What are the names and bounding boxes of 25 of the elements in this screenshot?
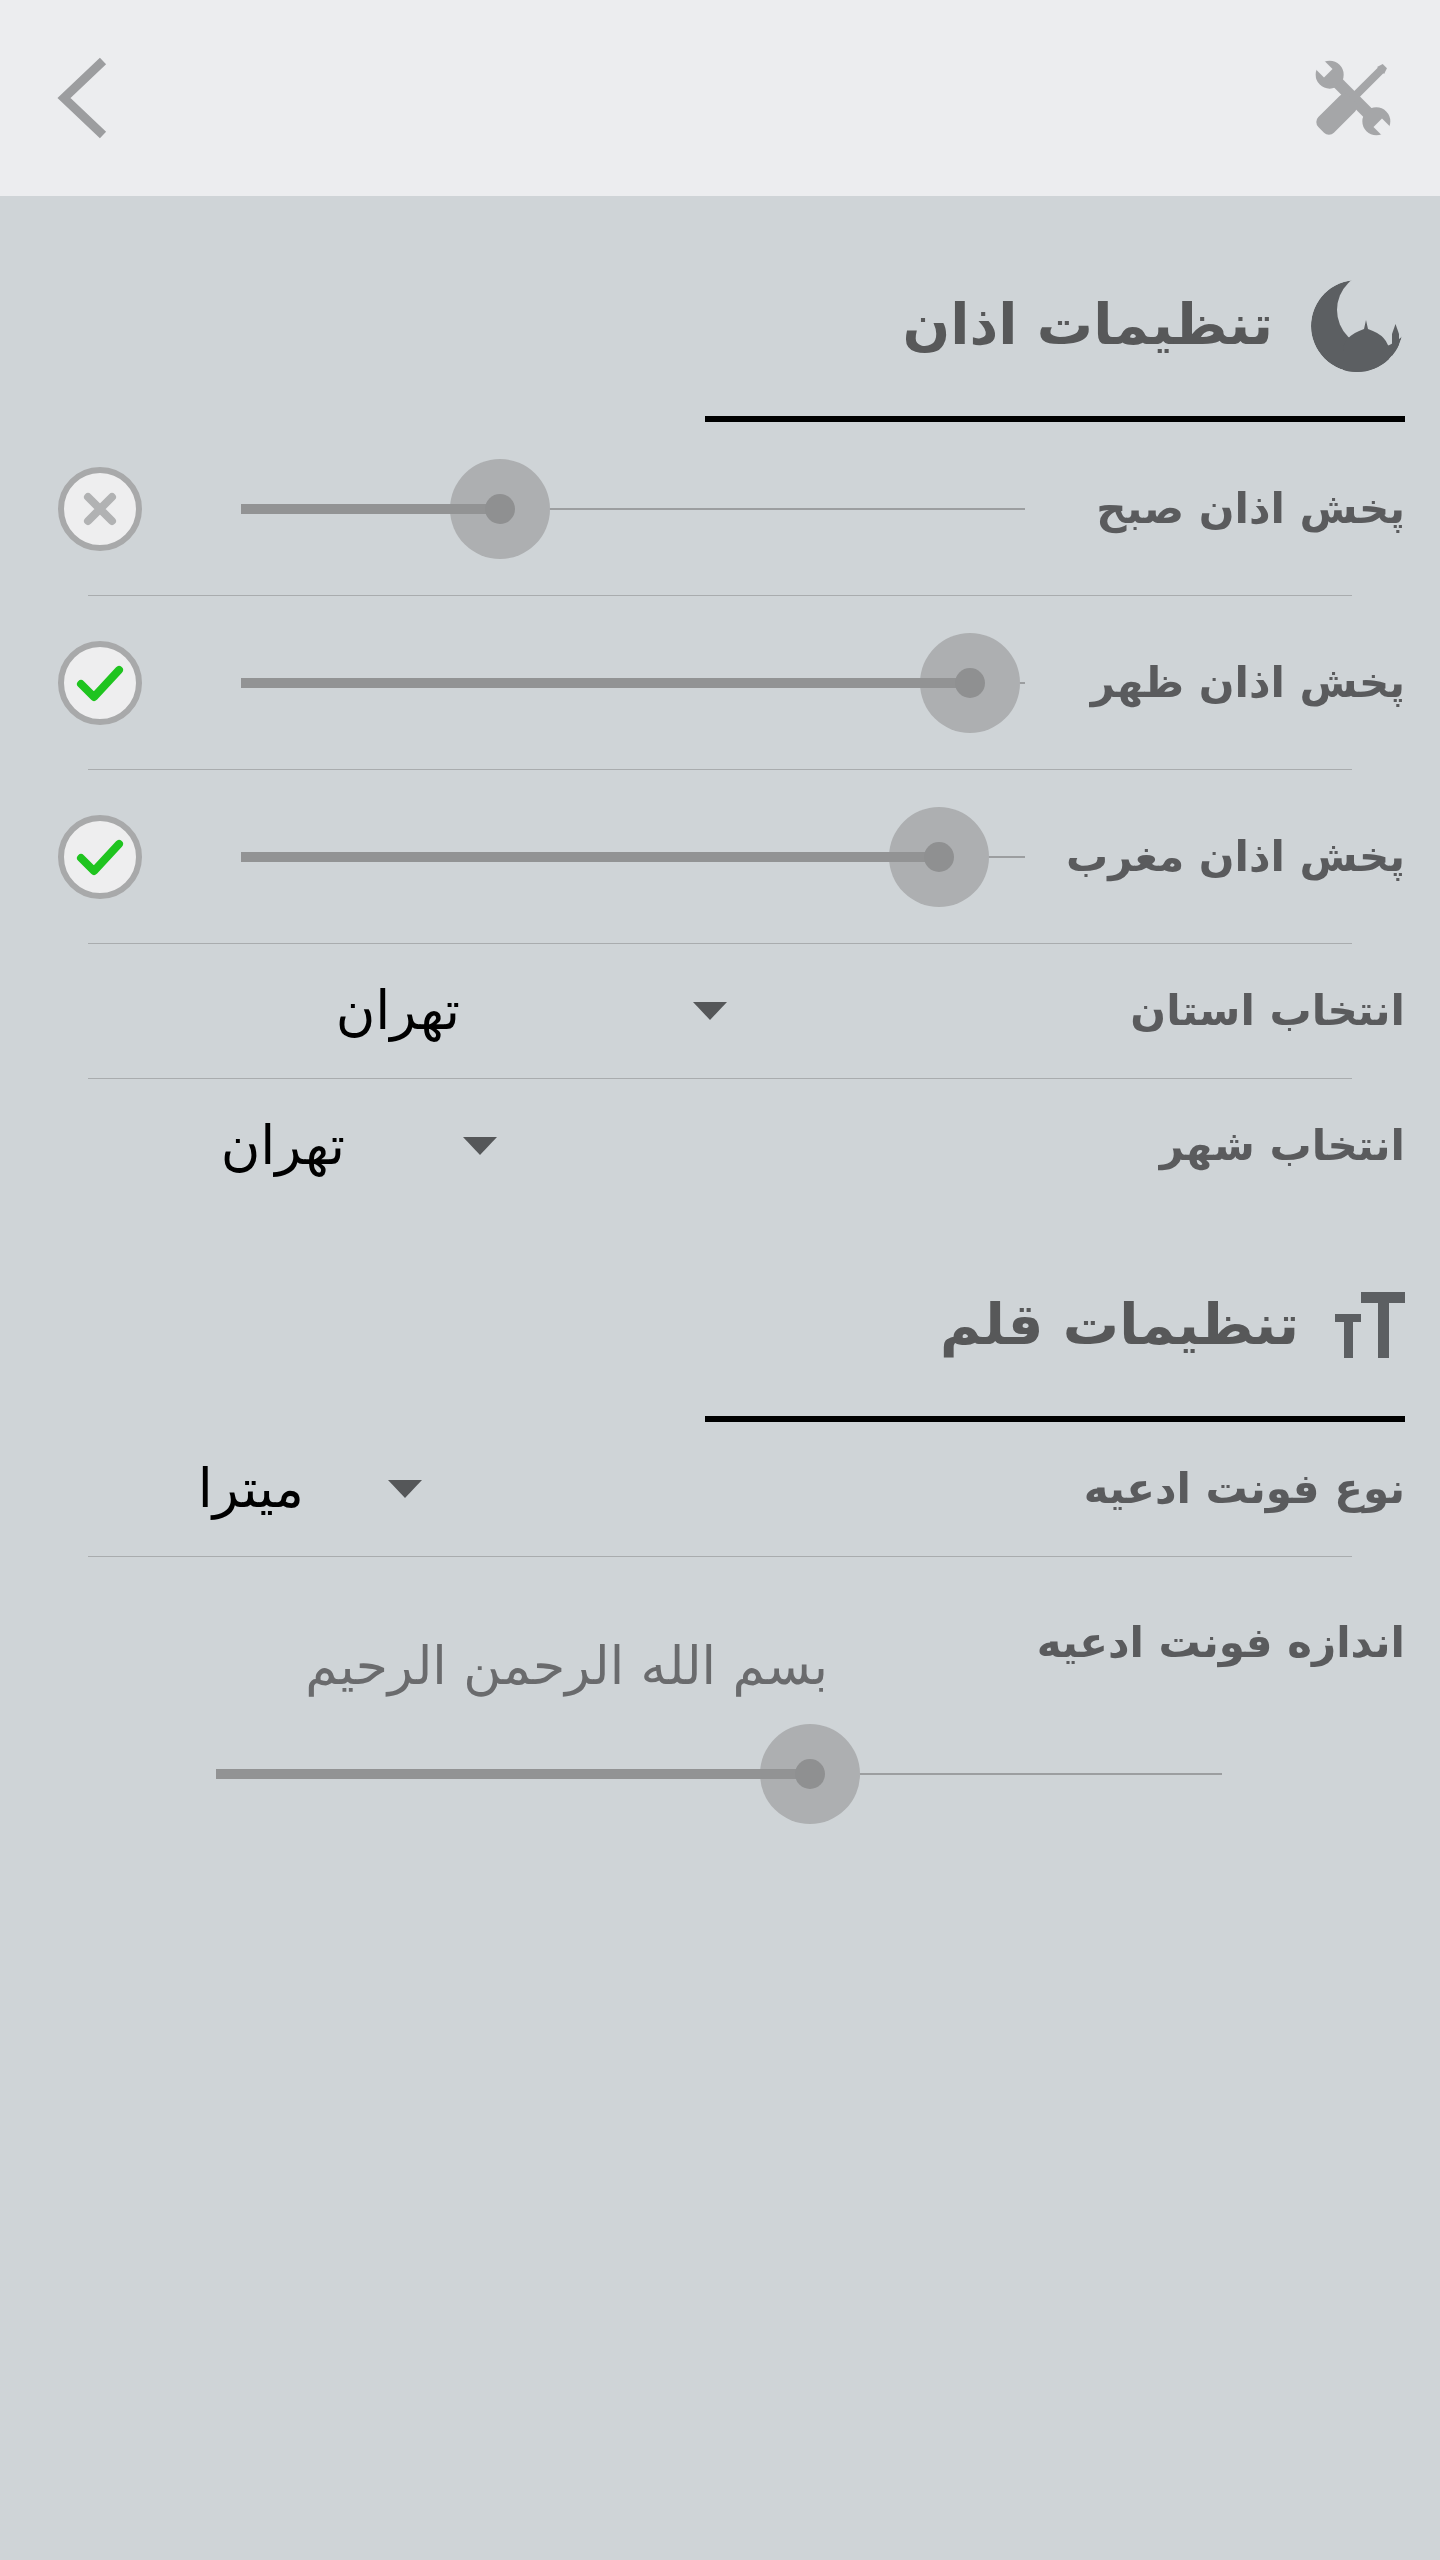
- slider-track[interactable]: [241, 632, 1025, 733]
- font-preview-text: بسم الله الرحمن الرحيم: [305, 1635, 828, 1699]
- back-icon[interactable]: [55, 57, 109, 139]
- slider-track[interactable]: [216, 1724, 1222, 1824]
- checkbox[interactable]: [57, 813, 143, 900]
- text-size-icon: [1335, 1291, 1405, 1358]
- checkbox[interactable]: [57, 465, 143, 552]
- slider-track[interactable]: [241, 458, 1025, 559]
- section-title: تنظیمات قلم: [939, 1290, 1299, 1360]
- setting-label: پخش اذان صبح: [1096, 482, 1405, 535]
- caret-icon: [463, 1137, 497, 1155]
- dropdown[interactable]: تهران: [335, 976, 727, 1046]
- setting-label: انتخاب شهر: [1159, 1120, 1405, 1172]
- setting-label: انتخاب استان: [1130, 985, 1405, 1037]
- setting-label: پخش اذان مغرب: [1066, 830, 1405, 883]
- setting-label: پخش اذان ظهر: [1090, 656, 1405, 709]
- setting-label: اندازه فونت ادعیه: [1036, 1617, 1405, 1669]
- caret-icon: [693, 1002, 727, 1020]
- checkbox[interactable]: [57, 639, 143, 726]
- slider-track[interactable]: [241, 806, 1025, 907]
- section-title: تنظیمات اذان: [902, 290, 1273, 359]
- caret-icon: [388, 1480, 422, 1498]
- dropdown[interactable]: تهران: [220, 1111, 497, 1181]
- setting-label: نوع فونت ادعیه: [1083, 1463, 1405, 1515]
- dropdown[interactable]: میترا: [197, 1454, 422, 1524]
